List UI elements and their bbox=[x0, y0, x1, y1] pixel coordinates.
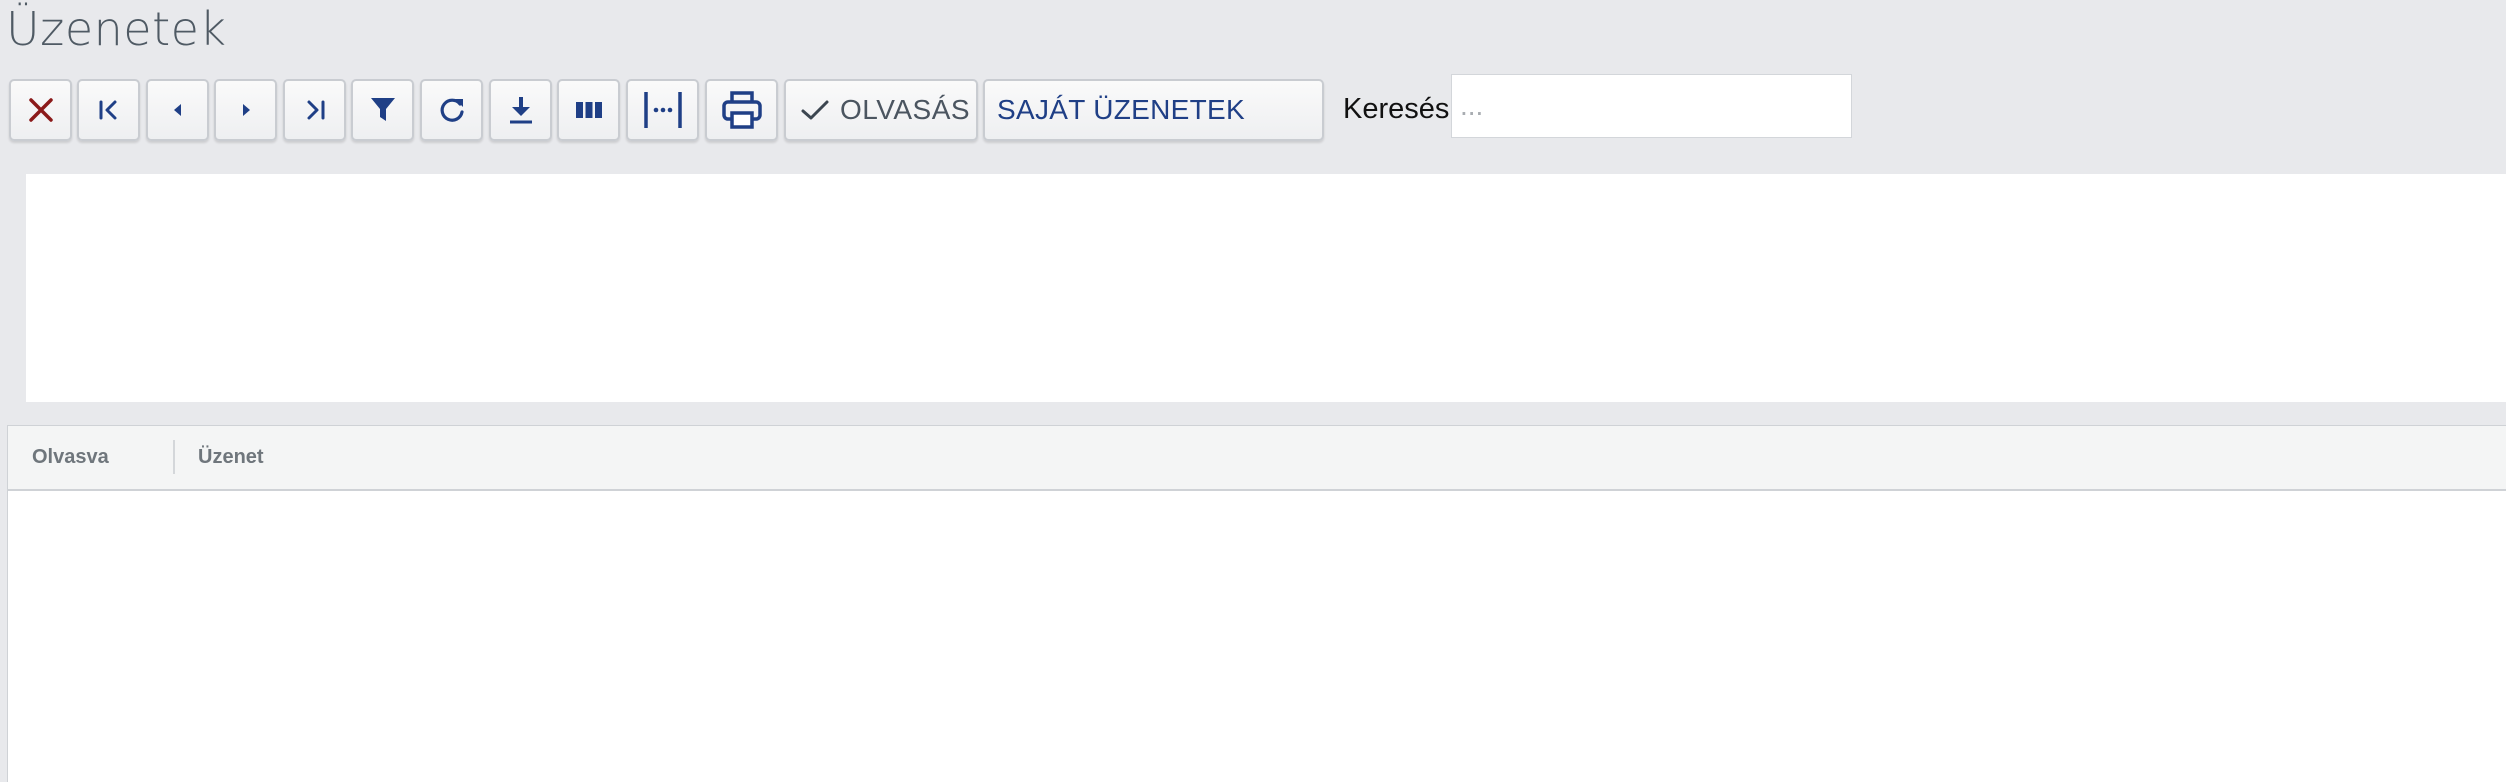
olvasas-button[interactable]: OLVASÁS bbox=[784, 79, 978, 141]
download-icon bbox=[508, 95, 534, 125]
search-input[interactable] bbox=[1451, 74, 1852, 138]
caret-left-icon bbox=[171, 101, 185, 119]
columns-button[interactable] bbox=[557, 79, 620, 141]
print-button[interactable] bbox=[705, 79, 778, 141]
close-icon bbox=[28, 97, 54, 123]
filter-button[interactable] bbox=[351, 79, 414, 141]
first-page-icon bbox=[97, 99, 121, 121]
refresh-button[interactable] bbox=[420, 79, 483, 141]
last-page-icon bbox=[303, 99, 327, 121]
next-button[interactable] bbox=[214, 79, 277, 141]
filter-icon bbox=[370, 96, 396, 124]
print-icon bbox=[721, 90, 763, 130]
close-button[interactable] bbox=[9, 79, 72, 141]
prev-button[interactable] bbox=[146, 79, 209, 141]
download-button[interactable] bbox=[489, 79, 552, 141]
column-header-olvasva[interactable]: Olvasva bbox=[32, 426, 109, 489]
sajat-uzenetek-label: SAJÁT ÜZENETEK bbox=[997, 94, 1245, 125]
page-title: Üzenetek bbox=[6, 2, 227, 56]
fit-width-icon bbox=[643, 90, 683, 130]
refresh-icon bbox=[438, 96, 466, 124]
sajat-uzenetek-button[interactable]: SAJÁT ÜZENETEK bbox=[983, 79, 1324, 141]
column-header-uzenet[interactable]: Üzenet bbox=[198, 426, 264, 489]
olvasas-label: OLVASÁS bbox=[840, 94, 971, 125]
caret-right-icon bbox=[239, 101, 253, 119]
column-divider[interactable] bbox=[173, 440, 175, 474]
columns-icon bbox=[575, 100, 603, 120]
first-page-button[interactable] bbox=[77, 79, 140, 141]
detail-panel bbox=[26, 174, 2506, 402]
grid-header: Olvasva Üzenet bbox=[8, 426, 2506, 491]
check-icon bbox=[800, 98, 830, 122]
last-page-button[interactable] bbox=[283, 79, 346, 141]
messages-grid: Olvasva Üzenet bbox=[7, 425, 2506, 782]
search-label: Keresés: bbox=[1343, 93, 1458, 125]
fit-width-button[interactable] bbox=[626, 79, 699, 141]
page: Üzenetek OLVASÁS SAJÁT ÜZENETEK Keresés:… bbox=[0, 0, 2506, 782]
